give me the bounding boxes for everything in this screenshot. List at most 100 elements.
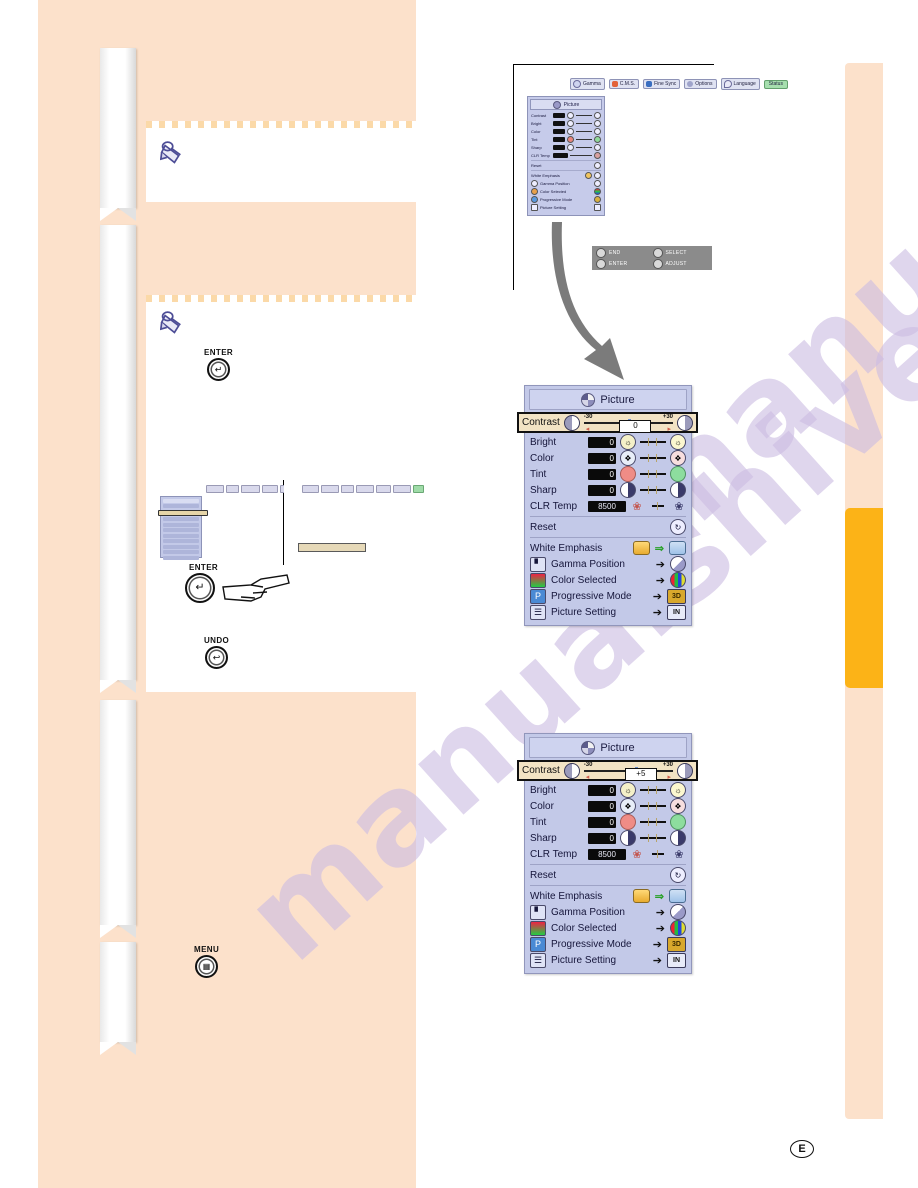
brightness-icon: ☼ bbox=[670, 782, 686, 798]
slider-track[interactable] bbox=[648, 847, 668, 861]
sharpness-icon bbox=[670, 830, 686, 846]
slider-row-clr-temp[interactable]: CLR Temp 8500 ❀ ❀ bbox=[530, 498, 686, 514]
contrast-label: Contrast bbox=[522, 417, 560, 428]
slider-track[interactable] bbox=[640, 815, 666, 829]
gamma-curve-icon[interactable] bbox=[670, 556, 686, 572]
slider-row-tint[interactable]: Tint 0 bbox=[530, 466, 686, 482]
option-row-progressive-mode[interactable]: P Progressive Mode ➔ 3D bbox=[525, 588, 691, 604]
white-emphasis-off-icon[interactable] bbox=[669, 541, 686, 555]
contrast-track[interactable]: -30 +30 ◂ ▸ +5 bbox=[583, 761, 673, 781]
color-icon: ❖ bbox=[670, 798, 686, 814]
option-row-white-emphasis[interactable]: White Emphasis ⇒ bbox=[525, 888, 691, 904]
menu-button-illustration[interactable]: MENU ▦ bbox=[194, 945, 219, 978]
slider-value: 0 bbox=[588, 452, 616, 464]
slider-track[interactable] bbox=[640, 483, 666, 497]
tab-cms[interactable]: C.M.S. bbox=[608, 79, 640, 89]
color-temp-icon: ❀ bbox=[632, 500, 642, 513]
white-emphasis-off-icon[interactable] bbox=[669, 889, 686, 903]
slider-track[interactable] bbox=[640, 799, 666, 813]
osd-small-row: Tint bbox=[531, 136, 601, 143]
reset-row[interactable]: Reset ↻ bbox=[525, 519, 691, 535]
right-edge-active-tab[interactable] bbox=[845, 508, 883, 688]
option-label: Picture Setting bbox=[551, 606, 617, 618]
color-bars-icon[interactable] bbox=[670, 572, 686, 588]
contrast-slider-row[interactable]: Contrast -30 +30 ◂ ▸ +5 bbox=[517, 760, 698, 781]
row-label: Bright bbox=[531, 121, 542, 126]
osd-picture-menu-2: Picture Contrast -30 +30 ◂ ▸ +5 Bright 0 … bbox=[517, 733, 698, 974]
arrow-right-icon: ➔ bbox=[652, 590, 662, 603]
slider-value: 0 bbox=[588, 784, 616, 796]
reset-row[interactable]: Reset ↻ bbox=[525, 867, 691, 883]
gamma-curve-icon[interactable] bbox=[670, 904, 686, 920]
divider bbox=[530, 864, 686, 865]
slider-row-sharp[interactable]: Sharp 0 bbox=[530, 482, 686, 498]
osd-small-option: Gamma Position bbox=[531, 180, 601, 187]
enter-button-press-illustration[interactable]: ENTER ↵ bbox=[185, 563, 290, 603]
white-emphasis-on-icon[interactable] bbox=[632, 541, 650, 555]
tab-label: Options bbox=[695, 80, 713, 87]
progressive-mode-value[interactable]: 3D bbox=[667, 936, 686, 952]
color-bars-icon[interactable] bbox=[670, 920, 686, 936]
option-row-gamma-position[interactable]: ▘ Gamma Position ➔ bbox=[525, 556, 691, 572]
option-row-picture-setting[interactable]: ☰ Picture Setting ➔ IN bbox=[525, 604, 691, 620]
contrast-min-label: -30 bbox=[583, 761, 593, 768]
color-selected-icon bbox=[530, 572, 546, 588]
slider-track[interactable] bbox=[648, 499, 668, 513]
slider-row-bright[interactable]: Bright 0 ☼ ☼ bbox=[530, 782, 686, 798]
tab-status[interactable]: Status bbox=[763, 79, 788, 89]
option-label: Color Selected bbox=[551, 922, 617, 934]
option-row-color-selected[interactable]: Color Selected ➔ bbox=[525, 920, 691, 936]
option-row-gamma-position[interactable]: ▘ Gamma Position ➔ bbox=[525, 904, 691, 920]
contrast-high-icon bbox=[677, 762, 693, 779]
slider-row-sharp[interactable]: Sharp 0 bbox=[530, 830, 686, 846]
enter-button-label: ENTER bbox=[204, 348, 234, 357]
enter-button-illustration[interactable]: ENTER ↵ bbox=[204, 348, 233, 381]
osd-small-title-label: Picture bbox=[563, 101, 580, 108]
enter-button-icon[interactable]: ↵ bbox=[185, 573, 215, 603]
progressive-mode-value[interactable]: 3D bbox=[667, 588, 686, 604]
slider-row-color[interactable]: Color 0 ❖ ❖ bbox=[530, 798, 686, 814]
picture-setting-value[interactable]: IN bbox=[667, 604, 686, 620]
option-row-white-emphasis[interactable]: White Emphasis ⇒ bbox=[525, 540, 691, 556]
tab-language[interactable]: Language bbox=[720, 78, 760, 90]
option-row-color-selected[interactable]: Color Selected ➔ bbox=[525, 572, 691, 588]
adjust-button-icon bbox=[652, 258, 663, 269]
reset-icon[interactable]: ↻ bbox=[670, 867, 686, 883]
reset-icon[interactable]: ↻ bbox=[670, 519, 686, 535]
flow-arrow-icon bbox=[551, 222, 624, 380]
slider-track[interactable] bbox=[640, 451, 666, 465]
menu-button-icon[interactable]: ▦ bbox=[195, 955, 219, 978]
tab-gamma[interactable]: Gamma bbox=[570, 78, 605, 90]
contrast-max-label: +30 bbox=[662, 761, 673, 768]
slider-value: 0 bbox=[588, 816, 616, 828]
slider-track[interactable] bbox=[640, 435, 666, 449]
slider-row-clr-temp[interactable]: CLR Temp 8500 ❀ ❀ bbox=[530, 846, 686, 862]
slider-row-tint[interactable]: Tint 0 bbox=[530, 814, 686, 830]
brightness-icon: ☼ bbox=[620, 434, 636, 450]
undo-button-icon[interactable]: ↩ bbox=[205, 646, 229, 669]
white-emphasis-on-icon[interactable] bbox=[632, 889, 650, 903]
contrast-min-label: -30 bbox=[583, 413, 593, 420]
contrast-track[interactable]: -30 +30 ◂ ▸ 0 bbox=[583, 413, 673, 433]
help-label: SELECT bbox=[665, 249, 687, 256]
option-row-progressive-mode[interactable]: P Progressive Mode ➔ 3D bbox=[525, 936, 691, 952]
slider-row-bright[interactable]: Bright 0 ☼ ☼ bbox=[530, 434, 686, 450]
tab-options[interactable]: Options bbox=[684, 79, 717, 89]
option-row-picture-setting[interactable]: ☰ Picture Setting ➔ IN bbox=[525, 952, 691, 968]
slider-label: Sharp bbox=[530, 484, 557, 496]
undo-button-illustration[interactable]: UNDO ↩ bbox=[204, 636, 229, 669]
slider-label: CLR Temp bbox=[530, 848, 578, 860]
page-footer-marker: E bbox=[790, 1140, 814, 1158]
tab-label: Fine Sync bbox=[654, 80, 677, 87]
slider-row-color[interactable]: Color 0 ❖ ❖ bbox=[530, 450, 686, 466]
options-icon bbox=[687, 81, 694, 87]
osd-small-row: Color bbox=[531, 128, 601, 135]
enter-button-icon[interactable]: ↵ bbox=[207, 358, 231, 381]
slider-track[interactable] bbox=[640, 831, 666, 845]
color-temp-icon: ❀ bbox=[674, 848, 684, 861]
contrast-slider-row[interactable]: Contrast -30 +30 ◂ ▸ 0 bbox=[517, 412, 698, 433]
slider-track[interactable] bbox=[640, 467, 666, 481]
picture-setting-value[interactable]: IN bbox=[667, 952, 686, 968]
slider-track[interactable] bbox=[640, 783, 666, 797]
tab-fine-sync[interactable]: Fine Sync bbox=[643, 79, 681, 89]
